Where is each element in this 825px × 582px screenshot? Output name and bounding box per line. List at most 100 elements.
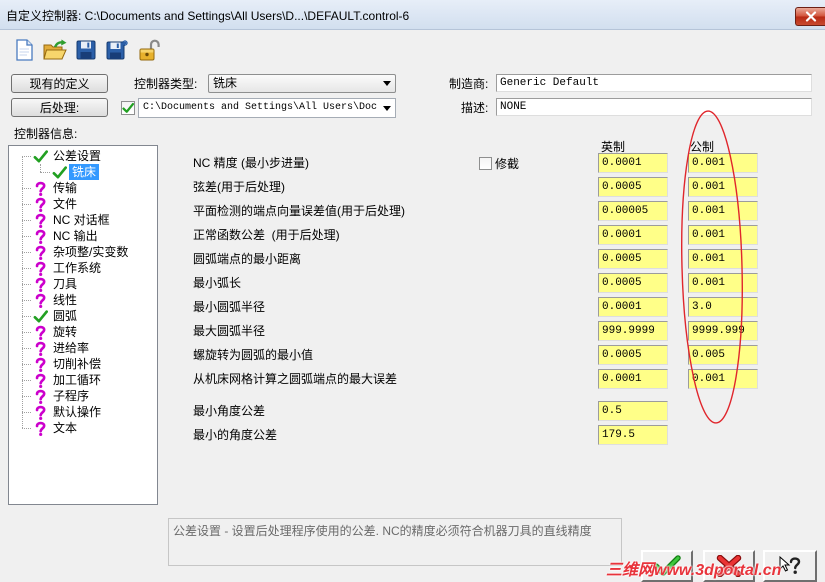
tree-item-label: 铣床 xyxy=(69,164,100,180)
new-file-button[interactable] xyxy=(11,37,37,63)
angle-value-input[interactable] xyxy=(598,425,668,445)
tree-item[interactable]: 圆弧 xyxy=(9,308,157,324)
chevron-down-icon[interactable] xyxy=(379,99,395,117)
tree-item[interactable]: 线性 xyxy=(9,292,157,308)
chevron-down-icon[interactable] xyxy=(379,75,395,92)
manufacturer-field[interactable] xyxy=(496,74,812,92)
metric-value-input[interactable] xyxy=(688,249,758,269)
tree-item-label: 圆弧 xyxy=(53,309,78,323)
english-value-input[interactable] xyxy=(598,273,668,293)
angle-value-input[interactable] xyxy=(598,401,668,421)
close-icon xyxy=(805,11,817,22)
tree-item-label: 子程序 xyxy=(53,389,90,403)
english-column-header: 英制 xyxy=(601,140,626,154)
tree-item[interactable]: 切削补偿 xyxy=(9,356,157,372)
controller-info-tree[interactable]: 公差设置 铣床 传输文件 NC 对话框 NC 输出 杂项整/实变数 工作系统 刀具 线性 圆弧旋转… xyxy=(8,145,158,505)
question-icon xyxy=(32,404,48,420)
setting-label: NC 精度 (最小步进量) xyxy=(193,156,309,170)
existing-definitions-button[interactable]: 现有的定义 xyxy=(11,74,108,93)
english-value-input[interactable] xyxy=(598,177,668,197)
manufacturer-label: 制造商: xyxy=(449,77,489,91)
metric-value-input[interactable] xyxy=(688,297,758,317)
window-title: 自定义控制器: C:\Documents and Settings\All Us… xyxy=(6,9,410,23)
tree-item[interactable]: 文本 xyxy=(9,420,157,436)
description-field[interactable] xyxy=(496,98,812,116)
question-icon xyxy=(32,276,48,292)
post-processor-button[interactable]: 后处理: xyxy=(11,98,108,117)
open-folder-icon xyxy=(42,38,68,62)
tree-item[interactable]: 默认操作 xyxy=(9,404,157,420)
english-value-input[interactable] xyxy=(598,345,668,365)
check-icon xyxy=(32,308,48,324)
tree-item-label: 进给率 xyxy=(53,341,90,355)
save-icon xyxy=(74,38,98,62)
metric-value-input[interactable] xyxy=(688,369,758,389)
question-icon xyxy=(32,260,48,276)
setting-label: 最大圆弧半径 xyxy=(193,324,266,338)
setting-label: 弦差(用于后处理) xyxy=(193,180,285,194)
save-button[interactable] xyxy=(73,37,99,63)
question-icon xyxy=(32,292,48,308)
tree-item[interactable]: 刀具 xyxy=(9,276,157,292)
help-description: 公差设置 - 设置后处理程序使用的公差. NC的精度必须符合机器刀具的直线精度 xyxy=(173,524,592,538)
tree-item-label: 文件 xyxy=(53,197,78,211)
tree-item[interactable]: 文件 xyxy=(9,196,157,212)
question-icon xyxy=(32,420,48,436)
save-as-icon xyxy=(105,38,131,62)
tree-item-label: 传输 xyxy=(53,181,78,195)
tree-item[interactable]: 进给率 xyxy=(9,340,157,356)
english-value-input[interactable] xyxy=(598,321,668,341)
metric-value-input[interactable] xyxy=(688,153,758,173)
post-enabled-checkbox[interactable] xyxy=(121,101,135,115)
tree-item[interactable]: 子程序 xyxy=(9,388,157,404)
close-button[interactable] xyxy=(795,7,825,26)
tree-item[interactable]: 铣床 xyxy=(9,164,157,180)
metric-value-input[interactable] xyxy=(688,321,758,341)
tree-item-label: 加工循环 xyxy=(53,373,102,387)
question-icon xyxy=(32,388,48,404)
question-icon xyxy=(32,244,48,260)
tree-item-label: 公差设置 xyxy=(53,149,102,163)
tree-item-label: NC 输出 xyxy=(53,229,98,243)
english-value-input[interactable] xyxy=(598,201,668,221)
title-bar[interactable]: 自定义控制器: C:\Documents and Settings\All Us… xyxy=(0,0,825,30)
trim-checkbox[interactable] xyxy=(479,157,492,170)
english-value-input[interactable] xyxy=(598,297,668,317)
tree-item[interactable]: NC 输出 xyxy=(9,228,157,244)
controller-type-label: 控制器类型: xyxy=(134,77,198,91)
setting-label: 最小角度公差 xyxy=(193,404,266,418)
tree-item[interactable]: 旋转 xyxy=(9,324,157,340)
english-value-input[interactable] xyxy=(598,225,668,245)
metric-value-input[interactable] xyxy=(688,273,758,293)
question-icon xyxy=(32,324,48,340)
setting-label: 最小弧长 xyxy=(193,276,242,290)
tree-item[interactable]: 传输 xyxy=(9,180,157,196)
english-value-input[interactable] xyxy=(598,249,668,269)
tree-item[interactable]: 杂项整/实变数 xyxy=(9,244,157,260)
tree-item[interactable]: 公差设置 xyxy=(9,148,157,164)
metric-value-input[interactable] xyxy=(688,345,758,365)
question-icon xyxy=(32,356,48,372)
metric-value-input[interactable] xyxy=(688,225,758,245)
metric-value-input[interactable] xyxy=(688,201,758,221)
post-processor-path-select[interactable]: C:\Documents and Settings\All Users\Doc xyxy=(138,98,396,118)
metric-column-header: 公制 xyxy=(690,140,715,154)
lock-button[interactable] xyxy=(136,37,162,63)
post-processor-path: C:\Documents and Settings\All Users\Doc xyxy=(143,102,378,113)
watermark: 三维网www.3dportal.cn xyxy=(606,562,782,579)
open-button[interactable] xyxy=(42,37,68,63)
controller-type-select[interactable]: 铣床 xyxy=(208,74,396,93)
question-icon xyxy=(32,180,48,196)
english-value-input[interactable] xyxy=(598,153,668,173)
tree-item-label: 旋转 xyxy=(53,325,78,339)
save-as-button[interactable] xyxy=(105,37,131,63)
metric-value-input[interactable] xyxy=(688,177,758,197)
english-value-input[interactable] xyxy=(598,369,668,389)
setting-label: 最小圆弧半径 xyxy=(193,300,266,314)
tree-item-label: 文本 xyxy=(53,421,78,435)
tree-item[interactable]: NC 对话框 xyxy=(9,212,157,228)
tree-item-label: 默认操作 xyxy=(53,405,102,419)
tree-item[interactable]: 加工循环 xyxy=(9,372,157,388)
tree-item[interactable]: 工作系统 xyxy=(9,260,157,276)
question-icon xyxy=(32,340,48,356)
